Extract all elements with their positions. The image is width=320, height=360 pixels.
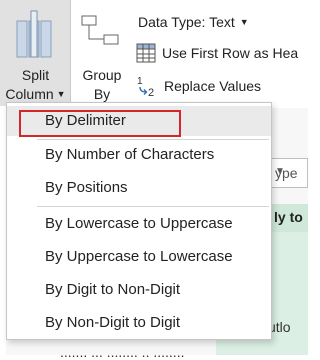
use-first-row-label: Use First Row as Hea: [162, 45, 299, 61]
chevron-down-icon: ▼: [275, 166, 285, 177]
highlight-box: [19, 110, 181, 137]
replace-values-label: Replace Values: [164, 78, 262, 94]
menu-item-by-number-of-characters[interactable]: By Number of Characters: [7, 140, 271, 170]
data-type-label: Data Type: Text: [138, 14, 235, 30]
replace-values-button[interactable]: 1 2 Replace Values: [136, 74, 261, 98]
replace-values-icon: 1 2: [137, 76, 154, 97]
split-column-icon: [16, 10, 52, 58]
menu-item-by-uppercase-to-lowercase[interactable]: By Uppercase to Lowercase: [7, 242, 271, 272]
group-by-button[interactable]: Group By: [74, 0, 130, 106]
split-column-label-text: Column: [5, 86, 54, 102]
table-header-icon: [136, 43, 156, 63]
caret-down-icon: ▼: [56, 89, 66, 99]
menu-item-label: By Non-Digit to Digit: [45, 314, 181, 331]
group-by-icon: [81, 15, 119, 45]
group-by-label-line2: By: [93, 86, 111, 102]
menu-item-label: By Uppercase to Lowercase: [45, 248, 233, 265]
split-column-menu: By Delimiter By Number of Characters By …: [6, 102, 272, 340]
svg-text:1: 1: [137, 76, 143, 87]
menu-item-label: By Lowercase to Uppercase: [45, 215, 233, 232]
menu-item-label: By Number of Characters: [45, 146, 215, 163]
menu-item-by-delimiter[interactable]: By Delimiter: [7, 106, 271, 137]
menu-item-by-non-digit-to-digit[interactable]: By Non-Digit to Digit: [7, 308, 271, 338]
menu-item-by-positions[interactable]: By Positions: [7, 173, 271, 203]
caret-down-icon: ▼: [239, 17, 249, 27]
group-by-label-line1: Group: [82, 67, 122, 83]
svg-text:2: 2: [148, 87, 154, 97]
menu-item-label: By Positions: [45, 179, 128, 196]
split-column-label-line1: Split: [21, 67, 50, 83]
menu-item-by-digit-to-non-digit[interactable]: By Digit to Non-Digit: [7, 275, 271, 305]
menu-item-label: By Digit to Non-Digit: [45, 281, 181, 298]
use-first-row-as-headers-button[interactable]: Use First Row as Hea: [136, 41, 298, 65]
menu-item-by-lowercase-to-uppercase[interactable]: By Lowercase to Uppercase: [7, 209, 271, 239]
split-column-button[interactable]: Split Column ▼: [0, 0, 71, 106]
green-panel-header-text: ly to: [274, 209, 303, 225]
data-type-dropdown[interactable]: Data Type: Text ▼: [138, 10, 249, 34]
menu-separator: [37, 206, 269, 207]
split-column-label-line2: Column ▼: [0, 86, 71, 102]
ribbon: Split Column ▼ Group By Data Type: Text ▼…: [0, 0, 308, 108]
grid-text-fragment: ....... ... ........ .. ........: [60, 344, 185, 360]
